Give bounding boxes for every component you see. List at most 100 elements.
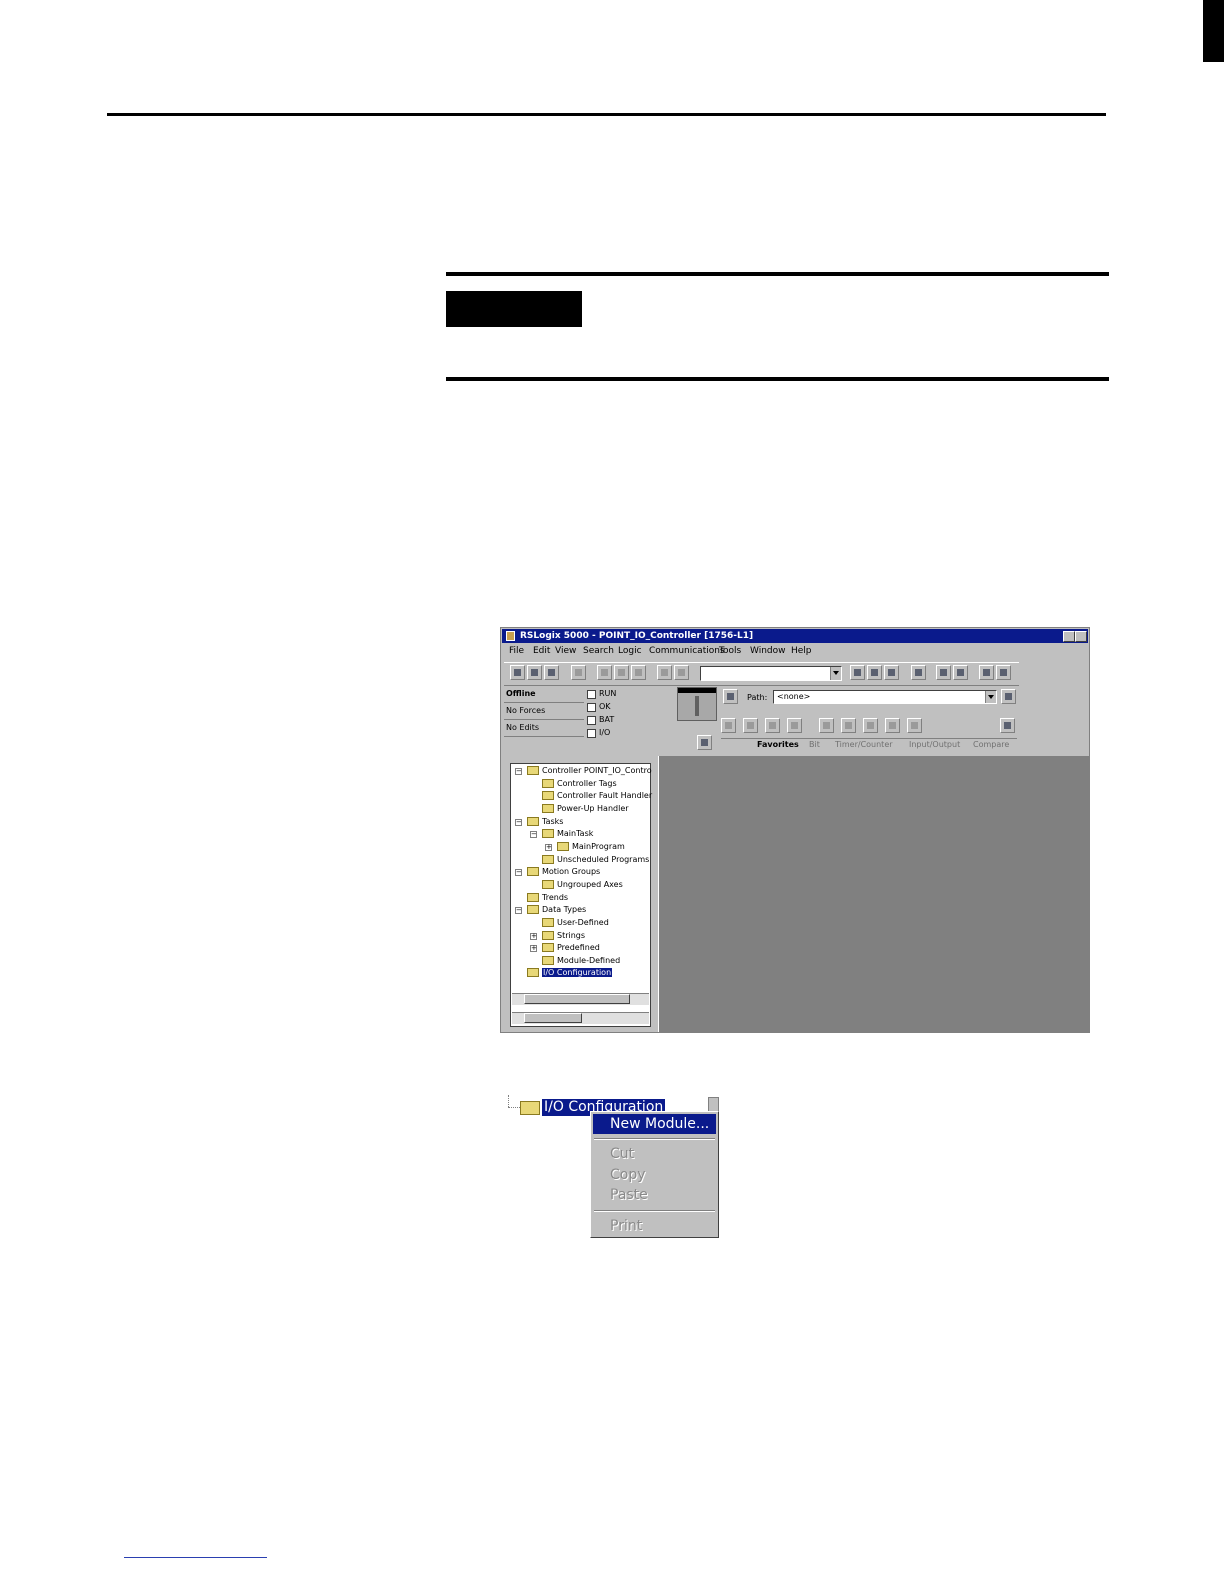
tree-hscroll-inner[interactable]: [512, 993, 649, 1005]
ok-label: OK: [599, 702, 611, 711]
menu-bar: File Edit View Search Logic Communicatio…: [503, 644, 1087, 659]
tree-item-data-types[interactable]: Data Types: [527, 905, 586, 915]
open-icon[interactable]: [527, 665, 542, 680]
tab-input-output[interactable]: Input/Output: [909, 740, 960, 749]
collapse-icon[interactable]: −: [515, 819, 522, 826]
menu-tools[interactable]: Tools: [719, 644, 741, 659]
collapse-icon[interactable]: −: [530, 831, 537, 838]
menu-view[interactable]: View: [555, 644, 576, 659]
browse-icon[interactable]: [850, 665, 865, 680]
expand-icon[interactable]: +: [530, 945, 537, 952]
menu-logic[interactable]: Logic: [618, 644, 642, 659]
zoom-out-icon[interactable]: [996, 665, 1011, 680]
io-indicator: [587, 729, 596, 738]
controller-props-icon[interactable]: [697, 735, 712, 750]
path-label: Path:: [747, 693, 768, 702]
tree-item-strings[interactable]: Strings: [542, 931, 585, 941]
otl-icon[interactable]: [885, 718, 900, 733]
cut-icon[interactable]: [597, 665, 612, 680]
branch-level-icon[interactable]: [787, 718, 802, 733]
tree-item-fault-handler[interactable]: Controller Fault Handler: [542, 791, 652, 801]
note-top-rule: [446, 272, 1109, 276]
tree-item-controller-tags[interactable]: Controller Tags: [542, 779, 617, 789]
scroll-thumb[interactable]: [524, 994, 630, 1004]
collapse-icon[interactable]: −: [515, 768, 522, 775]
folder-icon: [542, 804, 554, 813]
copy-menu-item[interactable]: Copy: [593, 1165, 716, 1185]
tab-bit[interactable]: Bit: [809, 740, 820, 749]
tree-item-powerup-handler[interactable]: Power-Up Handler: [542, 804, 629, 814]
ote-icon[interactable]: [863, 718, 878, 733]
scroll-left-icon[interactable]: [721, 718, 736, 733]
maximize-button[interactable]: [1075, 631, 1087, 642]
find-next-icon[interactable]: [884, 665, 899, 680]
chevron-down-icon[interactable]: [830, 667, 841, 680]
io-label: I/O: [599, 728, 611, 737]
xic-icon[interactable]: [819, 718, 834, 733]
paste-icon[interactable]: [631, 665, 646, 680]
zoom-in-icon[interactable]: [979, 665, 994, 680]
print-menu-item[interactable]: Print: [593, 1216, 716, 1236]
minimize-button[interactable]: [1063, 631, 1075, 642]
tree-item-controller[interactable]: Controller POINT_IO_Contro: [527, 766, 652, 776]
menu-edit[interactable]: Edit: [533, 644, 550, 659]
tree-item-predefined[interactable]: Predefined: [542, 943, 600, 953]
tab-compare[interactable]: Compare: [973, 740, 1009, 749]
network-icon[interactable]: [723, 689, 738, 704]
otu-icon[interactable]: [907, 718, 922, 733]
tree-item-motion-groups[interactable]: Motion Groups: [527, 867, 600, 877]
undo-icon[interactable]: [657, 665, 672, 680]
footer-link-underline[interactable]: [124, 1557, 267, 1558]
tree-item-mainprogram[interactable]: MainProgram: [557, 842, 625, 852]
collapse-icon[interactable]: −: [515, 869, 522, 876]
search-combo[interactable]: [700, 666, 842, 681]
tab-favorites[interactable]: Favorites: [757, 740, 799, 749]
expand-icon[interactable]: +: [545, 844, 552, 851]
tree-item-unscheduled-programs[interactable]: Unscheduled Programs: [542, 855, 649, 865]
tree-item-tasks[interactable]: Tasks: [527, 817, 563, 827]
menu-help[interactable]: Help: [791, 644, 812, 659]
tree-hscroll-outer[interactable]: [512, 1012, 649, 1024]
cut-menu-item[interactable]: Cut: [593, 1144, 716, 1164]
edit-icon[interactable]: [953, 665, 968, 680]
tree-item-maintask[interactable]: MainTask: [542, 829, 593, 839]
scroll-right-icon[interactable]: [1000, 718, 1015, 733]
xio-icon[interactable]: [841, 718, 856, 733]
window-titlebar: RSLogix 5000 - POINT_IO_Controller [1756…: [502, 629, 1088, 643]
print-icon[interactable]: [571, 665, 586, 680]
scroll-thumb[interactable]: [524, 1013, 582, 1023]
copy-icon[interactable]: [614, 665, 629, 680]
tree-item-user-defined[interactable]: User-Defined: [542, 918, 609, 928]
tree-item-trends[interactable]: Trends: [527, 893, 568, 903]
who-active-icon[interactable]: [1001, 689, 1016, 704]
edits-row[interactable]: No Edits: [504, 721, 584, 737]
forces-status: No Forces: [506, 706, 546, 715]
redo-icon[interactable]: [674, 665, 689, 680]
datatype-folder-icon: [542, 931, 554, 940]
tree-item-module-defined[interactable]: Module-Defined: [542, 956, 620, 966]
menu-search[interactable]: Search: [583, 644, 614, 659]
save-icon[interactable]: [544, 665, 559, 680]
rung-icon[interactable]: [743, 718, 758, 733]
new-module-menu-item[interactable]: New Module...: [593, 1114, 716, 1134]
chevron-down-icon[interactable]: [985, 691, 996, 703]
collapse-icon[interactable]: −: [515, 907, 522, 914]
tree-item-io-configuration[interactable]: I/O Configuration: [527, 968, 613, 978]
forces-row[interactable]: No Forces: [504, 704, 584, 720]
branch-icon[interactable]: [765, 718, 780, 733]
mode-row[interactable]: Offline: [504, 687, 584, 703]
main-toolbar: [504, 662, 1019, 686]
menu-window[interactable]: Window: [750, 644, 786, 659]
paste-menu-item[interactable]: Paste: [593, 1185, 716, 1205]
expand-icon[interactable]: +: [530, 933, 537, 940]
new-icon[interactable]: [510, 665, 525, 680]
tab-timer-counter[interactable]: Timer/Counter: [835, 740, 893, 749]
menu-communications[interactable]: Communications: [649, 644, 725, 659]
path-combo[interactable]: <none>: [773, 690, 997, 704]
properties-icon[interactable]: [936, 665, 951, 680]
tree-item-ungrouped-axes[interactable]: Ungrouped Axes: [542, 880, 623, 890]
find-icon[interactable]: [867, 665, 882, 680]
verify-icon[interactable]: [911, 665, 926, 680]
mode-status: Offline: [506, 689, 536, 698]
menu-file[interactable]: File: [509, 644, 524, 659]
